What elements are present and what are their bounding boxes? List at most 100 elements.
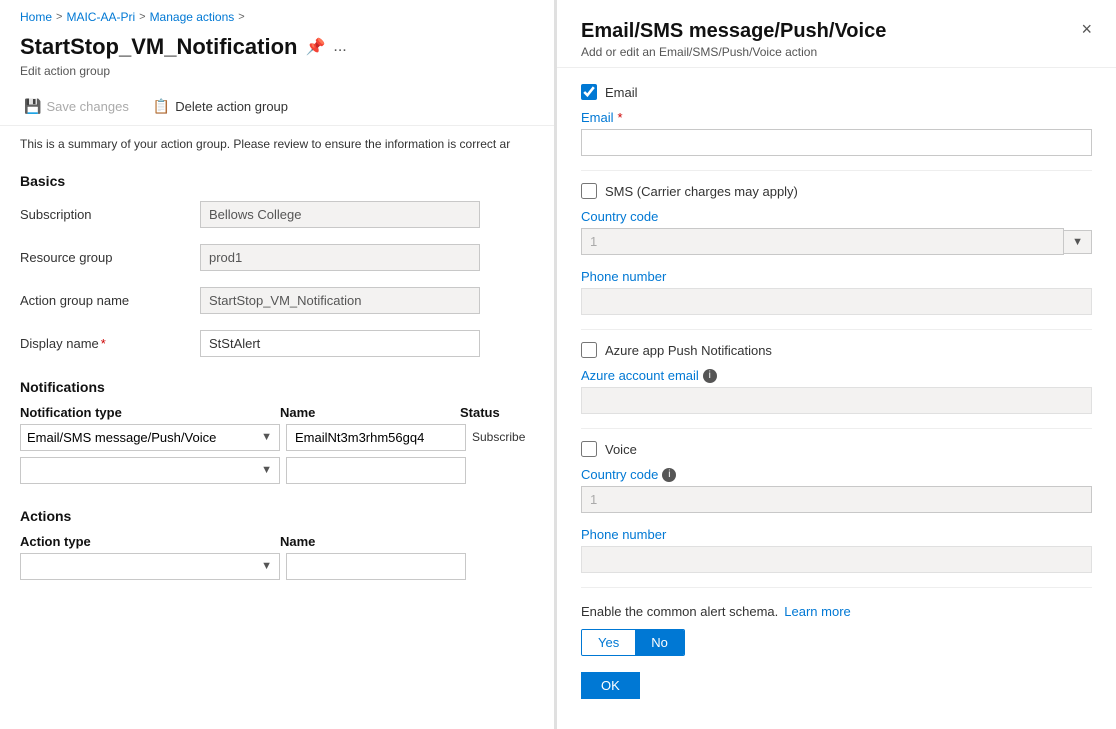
pin-icon[interactable]: 📌 <box>305 37 325 57</box>
breadcrumb-sep1: > <box>56 11 62 23</box>
delete-label: Delete action group <box>175 99 288 114</box>
divider-3 <box>581 428 1092 429</box>
divider-1 <box>581 170 1092 171</box>
email-field-label: Email * <box>581 110 1092 125</box>
country-code-label: Country code <box>581 209 1092 224</box>
breadcrumb-sep3: > <box>238 11 244 23</box>
ok-button[interactable]: OK <box>581 672 640 699</box>
email-field-group: Email * <box>581 110 1092 156</box>
action-type-select-0[interactable] <box>20 553 280 580</box>
notifications-label: Notifications <box>20 379 534 395</box>
sms-option-row: SMS (Carrier charges may apply) <box>581 183 1092 199</box>
sms-checkbox[interactable] <box>581 183 597 199</box>
azure-email-field-group: Azure account email i <box>581 368 1092 414</box>
save-icon: 💾 <box>24 98 41 115</box>
actions-section: Actions Action type Name ▼ <box>0 494 554 590</box>
voice-phone-label: Phone number <box>581 527 1092 542</box>
action-name-input-0[interactable] <box>286 553 466 580</box>
azure-account-email-label: Azure account email i <box>581 368 1092 383</box>
voice-country-code-dropdown-row <box>581 486 1092 513</box>
notifications-section: Notifications Notification type Name Sta… <box>0 365 554 494</box>
push-option-row: Azure app Push Notifications <box>581 342 1092 358</box>
left-panel: Home > MAIC-AA-Pri > Manage actions > St… <box>0 0 555 729</box>
breadcrumb-home[interactable]: Home <box>20 10 52 24</box>
breadcrumb: Home > MAIC-AA-Pri > Manage actions > <box>0 0 554 30</box>
resource-group-label: Resource group <box>20 236 200 279</box>
sms-phone-input[interactable] <box>581 288 1092 315</box>
voice-phone-field-group: Phone number <box>581 527 1092 573</box>
breadcrumb-maic[interactable]: MAIC-AA-Pri <box>66 10 135 24</box>
voice-country-code-field-group: Country code i <box>581 467 1092 513</box>
voice-checkbox[interactable] <box>581 441 597 457</box>
action-group-name-label: Action group name <box>20 279 200 322</box>
panel-body: Email Email * SMS (Carrier charges may a… <box>557 68 1116 715</box>
notification-type-select-1[interactable] <box>20 457 280 484</box>
divider-4 <box>581 587 1092 588</box>
learn-more-link[interactable]: Learn more <box>784 604 850 619</box>
resource-group-input[interactable] <box>200 244 480 271</box>
country-code-chevron-icon[interactable]: ▼ <box>1064 230 1092 254</box>
display-name-label: Display name * <box>20 322 200 365</box>
close-panel-button[interactable]: × <box>1081 20 1092 38</box>
save-changes-button[interactable]: 💾 Save changes <box>20 94 133 119</box>
page-title-row: StartStop_VM_Notification 📌 ... <box>0 30 554 62</box>
notification-type-select-wrapper-1: ▼ <box>20 457 280 484</box>
basics-form: Subscription Resource group Action group… <box>0 193 554 365</box>
voice-phone-input[interactable] <box>581 546 1092 573</box>
breadcrumb-manage-actions[interactable]: Manage actions <box>150 10 235 24</box>
toggle-yes-button[interactable]: Yes <box>582 630 635 655</box>
display-name-input[interactable] <box>200 330 480 357</box>
notification-row-0: Email/SMS message/Push/Voice ▼ Subscribe <box>20 424 534 451</box>
save-label: Save changes <box>46 99 128 114</box>
voice-country-code-input[interactable] <box>581 486 1092 513</box>
col-notification-type: Notification type <box>20 405 280 420</box>
col-action-type: Action type <box>20 534 280 549</box>
actions-label: Actions <box>20 508 534 524</box>
email-checkbox[interactable] <box>581 84 597 100</box>
panel-title: Email/SMS message/Push/Voice <box>581 20 886 43</box>
toggle-no-button[interactable]: No <box>635 630 684 655</box>
notification-name-input-1[interactable] <box>286 457 466 484</box>
display-name-value <box>200 322 534 365</box>
toolbar: 💾 Save changes 📋 Delete action group <box>0 88 554 126</box>
azure-account-email-input[interactable] <box>581 387 1092 414</box>
action-row-0: ▼ <box>20 553 534 580</box>
delete-action-group-button[interactable]: 📋 Delete action group <box>149 94 292 119</box>
action-group-name-value <box>200 279 534 322</box>
more-options-icon[interactable]: ... <box>333 38 346 56</box>
divider-2 <box>581 329 1092 330</box>
action-type-select-wrapper-0: ▼ <box>20 553 280 580</box>
col-name: Name <box>280 405 460 420</box>
page-title: StartStop_VM_Notification <box>20 34 297 60</box>
actions-table-header: Action type Name <box>20 534 534 553</box>
notification-type-select-0[interactable]: Email/SMS message/Push/Voice <box>20 424 280 451</box>
delete-icon: 📋 <box>153 98 170 115</box>
display-name-required: * <box>101 336 106 351</box>
email-option-label: Email <box>605 85 638 100</box>
push-info-icon[interactable]: i <box>703 369 717 383</box>
notification-name-input-0[interactable] <box>286 424 466 451</box>
voice-country-code-label: Country code i <box>581 467 1092 482</box>
voice-option-label: Voice <box>605 442 637 457</box>
schema-text: Enable the common alert schema. <box>581 604 778 619</box>
country-code-input[interactable] <box>581 228 1064 255</box>
sms-phone-field-group: Phone number <box>581 269 1092 315</box>
email-input[interactable] <box>581 129 1092 156</box>
panel-header-text: Email/SMS message/Push/Voice Add or edit… <box>581 20 886 59</box>
resource-group-value <box>200 236 534 279</box>
push-checkbox[interactable] <box>581 342 597 358</box>
subscription-input[interactable] <box>200 201 480 228</box>
voice-info-icon[interactable]: i <box>662 468 676 482</box>
subscription-label: Subscription <box>20 193 200 236</box>
panel-header: Email/SMS message/Push/Voice Add or edit… <box>557 0 1116 68</box>
page-subtitle: Edit action group <box>0 62 554 88</box>
action-group-name-input[interactable] <box>200 287 480 314</box>
basics-label: Basics <box>0 163 554 193</box>
voice-option-row: Voice <box>581 441 1092 457</box>
col-action-name: Name <box>280 534 460 549</box>
sms-option-label: SMS (Carrier charges may apply) <box>605 184 798 199</box>
country-code-field-group: Country code ▼ <box>581 209 1092 255</box>
email-option-row: Email <box>581 84 1092 100</box>
breadcrumb-sep2: > <box>139 11 145 23</box>
sms-phone-label: Phone number <box>581 269 1092 284</box>
